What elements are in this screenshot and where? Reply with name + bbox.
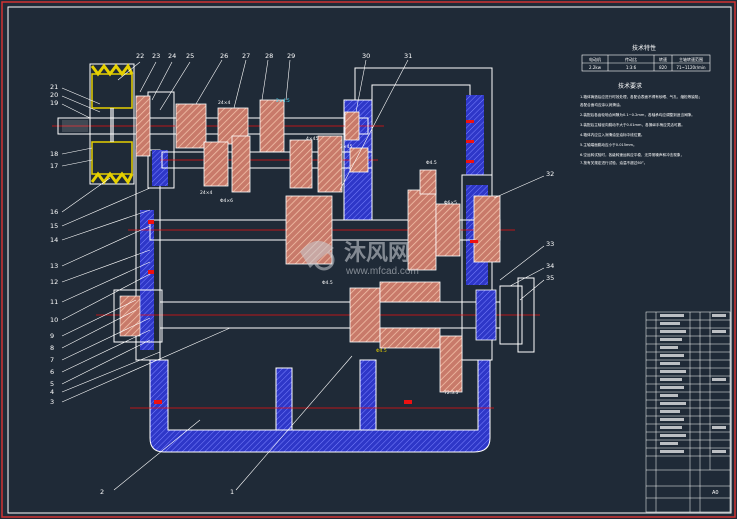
part-number: 31 (404, 52, 412, 60)
part-number: 4 (50, 388, 54, 396)
spec-value: 71~1120r/min (676, 65, 706, 70)
tech-requirement-line: 7.按有关规定进行试验，油温不超过60°。 (580, 160, 647, 165)
part-number: 11 (50, 298, 58, 306)
part-number: 23 (152, 52, 160, 60)
part-number: 21 (50, 83, 58, 91)
tech-requirement-line: 1.箱体铸造后应进行时效处理，各配合表面不得有砂眼、气孔、缩松等缺陷； (580, 94, 702, 99)
dimension-label: Φ4.5 (322, 280, 333, 286)
spec-table: 技术特性 电动机 传动比 转速 主轴转速范围 2.2kw 1:3:6 820 7… (581, 44, 711, 72)
dimension-label: Φ4.5 (376, 348, 387, 354)
tech-requirements-title: 技术要求 (618, 82, 642, 90)
main-spindle (113, 277, 535, 393)
dimension-label: Φ4×6 (220, 198, 233, 204)
spec-header: 主轴转速范围 (679, 56, 703, 62)
tech-requirement-line: 2.装配后各齿轮啮合间隙为0.1~0.2mm，各轴承均应调整到适当间隙。 (580, 112, 695, 117)
part-number: 18 (50, 150, 58, 158)
spec-value: 1:3:6 (626, 65, 637, 70)
v-belt-pulley (89, 63, 151, 185)
dimension-label: Φ4.5 (426, 160, 437, 166)
tech-requirements: 技术要求 1.箱体铸造后应进行时效处理，各配合表面不得有砂眼、气孔、缩松等缺陷；… (580, 82, 702, 165)
parts-list-table (645, 311, 731, 513)
spec-header: 电动机 (589, 56, 601, 62)
sheet-size-label: A0 (712, 490, 719, 496)
part-number: 12 (50, 278, 58, 286)
spec-value: 820 (659, 65, 667, 70)
dimension-label: 24×4 (200, 190, 212, 196)
spec-header: 转速 (659, 56, 667, 62)
part-number: 30 (362, 52, 370, 60)
part-number: 26 (220, 52, 228, 60)
part-number: 15 (50, 222, 58, 230)
watermark-url: www.mfcad.com (345, 266, 419, 277)
part-number: 6 (50, 368, 54, 376)
part-number: 28 (265, 52, 273, 60)
part-number: 2 (100, 488, 104, 496)
part-labels-left: 21 20 19 18 17 16 15 14 13 12 11 10 9 8 … (50, 83, 58, 406)
part-number: 33 (546, 240, 554, 248)
part-number: 7 (50, 356, 54, 364)
part-number: 3 (50, 398, 54, 406)
dimension-label: 3×45 (340, 144, 352, 150)
part-number: 22 (136, 52, 144, 60)
dimension-label: 24×4 (218, 100, 230, 106)
dimension-label: 72.3.5 (444, 390, 458, 396)
watermark-brand: 沐风网 (344, 240, 410, 265)
tech-requirement-line: 4.箱体内应注入润滑油至油标中线位置。 (580, 132, 645, 137)
part-number: 19 (50, 99, 58, 107)
part-labels-top: 22 23 24 25 26 27 28 29 30 31 (136, 52, 412, 60)
part-number: 35 (546, 274, 554, 282)
part-number: 16 (50, 208, 58, 216)
tech-requirement-line: 5.主轴端面跳动应小于0.015mm。 (580, 142, 637, 147)
part-number: 13 (50, 262, 58, 270)
dimension-label: 4×45 (306, 136, 318, 142)
part-number: 5 (50, 380, 54, 388)
part-labels-right: 32 33 34 35 (546, 170, 554, 282)
tech-requirement-line: 6.空运转试验时，各级转速运转应平稳，无异常噪声和冲击现象， (580, 152, 684, 157)
spec-value: 2.2kw (589, 65, 602, 70)
mfcad-watermark: 沐风网 www.mfcad.com (300, 240, 419, 277)
tech-requirement-line: 各配合面均应涂以润滑油。 (580, 102, 623, 107)
part-number: 14 (50, 236, 58, 244)
part-number: 9 (50, 332, 54, 340)
part-number: 20 (50, 91, 58, 99)
spec-header: 传动比 (625, 56, 637, 62)
part-number: 17 (50, 162, 58, 170)
spec-table-title: 技术特性 (632, 44, 656, 52)
part-number: 10 (50, 316, 58, 324)
tech-requirement-line: 3.装配后主轴径向跳动不大于0.01mm，各操纵手柄应灵活可靠。 (580, 122, 685, 127)
cad-drawing-sheet: 21 20 19 18 17 16 15 14 13 12 11 10 9 8 … (1, 1, 736, 518)
part-number: 32 (546, 170, 554, 178)
dimension-label: Φ6×5 (444, 200, 457, 206)
part-number: 25 (186, 52, 194, 60)
part-number: 34 (546, 262, 554, 270)
dimension-label: 2×4.5 (276, 98, 290, 104)
part-labels-bottom: 2 1 (100, 488, 234, 496)
part-number: 1 (230, 488, 234, 496)
part-number: 8 (50, 344, 54, 352)
part-number: 27 (242, 52, 250, 60)
part-number: 29 (287, 52, 295, 60)
part-number: 24 (168, 52, 176, 60)
